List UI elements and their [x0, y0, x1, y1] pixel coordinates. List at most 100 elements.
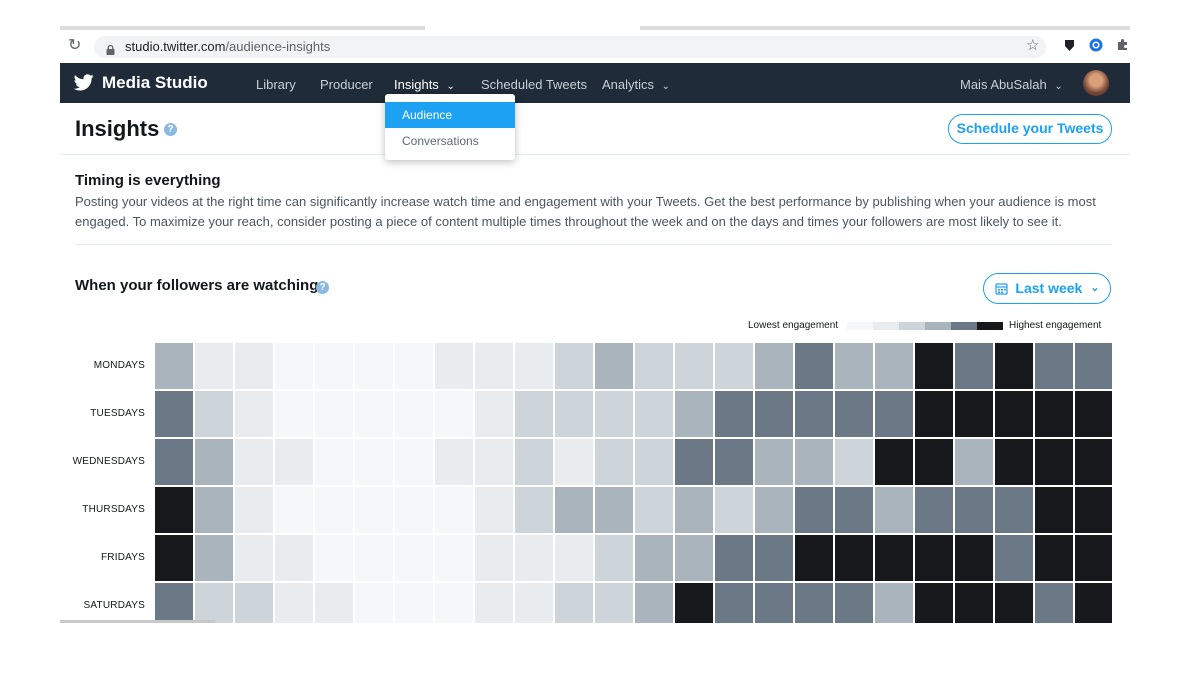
heatmap-cell[interactable] — [475, 487, 513, 533]
circle-extension-icon[interactable] — [1089, 38, 1103, 57]
user-menu[interactable]: Mais AbuSalah ⌄ — [960, 77, 1063, 92]
heatmap-cell[interactable] — [275, 583, 313, 623]
heatmap-cell[interactable] — [435, 535, 473, 581]
heatmap-cell[interactable] — [235, 535, 273, 581]
heatmap-cell[interactable] — [195, 343, 233, 389]
heatmap-cell[interactable] — [755, 583, 793, 623]
help-icon[interactable]: ? — [164, 123, 177, 136]
heatmap-cell[interactable] — [1035, 343, 1073, 389]
twitter-bird-icon[interactable] — [73, 74, 94, 96]
heatmap-cell[interactable] — [835, 343, 873, 389]
heatmap-cell[interactable] — [955, 439, 993, 485]
heatmap-cell[interactable] — [195, 391, 233, 437]
nav-library[interactable]: Library — [256, 77, 296, 92]
heatmap-cell[interactable] — [1075, 583, 1112, 623]
heatmap-cell[interactable] — [555, 535, 593, 581]
heatmap-cell[interactable] — [235, 391, 273, 437]
heatmap-cell[interactable] — [475, 535, 513, 581]
heatmap-cell[interactable] — [1075, 343, 1112, 389]
heatmap-cell[interactable] — [755, 535, 793, 581]
heatmap-cell[interactable] — [675, 439, 713, 485]
heatmap-cell[interactable] — [435, 439, 473, 485]
star-icon[interactable]: ☆ — [1026, 38, 1039, 53]
range-button[interactable]: Last week ⌄ — [983, 273, 1111, 304]
heatmap-cell[interactable] — [515, 391, 553, 437]
heatmap-cell[interactable] — [555, 391, 593, 437]
heatmap-cell[interactable] — [475, 439, 513, 485]
heatmap-cell[interactable] — [595, 391, 633, 437]
heatmap-cell[interactable] — [635, 535, 673, 581]
nav-producer[interactable]: Producer — [320, 77, 373, 92]
heatmap-cell[interactable] — [395, 535, 433, 581]
heatmap-cell[interactable] — [355, 583, 393, 623]
heatmap-cell[interactable] — [235, 487, 273, 533]
heatmap-cell[interactable] — [315, 391, 353, 437]
heatmap-cell[interactable] — [595, 343, 633, 389]
heatmap-cell[interactable] — [555, 343, 593, 389]
heatmap-cell[interactable] — [1035, 487, 1073, 533]
heatmap-cell[interactable] — [835, 391, 873, 437]
help-icon[interactable]: ? — [316, 281, 329, 294]
heatmap-cell[interactable] — [875, 487, 913, 533]
heatmap-cell[interactable] — [1035, 391, 1073, 437]
heatmap-cell[interactable] — [995, 535, 1033, 581]
heatmap-cell[interactable] — [835, 583, 873, 623]
heatmap-cell[interactable] — [715, 583, 753, 623]
heatmap-cell[interactable] — [1035, 535, 1073, 581]
heatmap-cell[interactable] — [275, 487, 313, 533]
heatmap-cell[interactable] — [555, 583, 593, 623]
heatmap-cell[interactable] — [875, 391, 913, 437]
heatmap-cell[interactable] — [955, 487, 993, 533]
heatmap-cell[interactable] — [315, 487, 353, 533]
heatmap-cell[interactable] — [1075, 391, 1112, 437]
heatmap-cell[interactable] — [155, 487, 193, 533]
heatmap-cell[interactable] — [355, 535, 393, 581]
heatmap-cell[interactable] — [755, 439, 793, 485]
heatmap-cell[interactable] — [595, 583, 633, 623]
heatmap-cell[interactable] — [755, 487, 793, 533]
heatmap-cell[interactable] — [715, 343, 753, 389]
heatmap-cell[interactable] — [555, 439, 593, 485]
heatmap-cell[interactable] — [915, 487, 953, 533]
heatmap-cell[interactable] — [795, 487, 833, 533]
heatmap-cell[interactable] — [195, 439, 233, 485]
heatmap-cell[interactable] — [915, 391, 953, 437]
heatmap-cell[interactable] — [795, 583, 833, 623]
heatmap-cell[interactable] — [595, 535, 633, 581]
heatmap-cell[interactable] — [235, 583, 273, 623]
nav-analytics[interactable]: Analytics ⌄ — [602, 77, 670, 92]
heatmap-cell[interactable] — [155, 391, 193, 437]
heatmap-cell[interactable] — [875, 439, 913, 485]
schedule-tweets-button[interactable]: Schedule your Tweets — [948, 114, 1112, 144]
heatmap-cell[interactable] — [795, 391, 833, 437]
heatmap-cell[interactable] — [675, 487, 713, 533]
heatmap-cell[interactable] — [315, 343, 353, 389]
heatmap-cell[interactable] — [235, 439, 273, 485]
heatmap-cell[interactable] — [275, 343, 313, 389]
heatmap-cell[interactable] — [715, 487, 753, 533]
heatmap-cell[interactable] — [515, 343, 553, 389]
heatmap-cell[interactable] — [1075, 487, 1112, 533]
heatmap-cell[interactable] — [755, 391, 793, 437]
heatmap-cell[interactable] — [475, 343, 513, 389]
heatmap-cell[interactable] — [915, 343, 953, 389]
heatmap-cell[interactable] — [635, 439, 673, 485]
heatmap-cell[interactable] — [155, 439, 193, 485]
heatmap-cell[interactable] — [435, 487, 473, 533]
heatmap-cell[interactable] — [995, 439, 1033, 485]
heatmap-cell[interactable] — [755, 343, 793, 389]
reload-icon[interactable]: ↻ — [68, 38, 81, 54]
heatmap-cell[interactable] — [195, 535, 233, 581]
heatmap-cell[interactable] — [715, 439, 753, 485]
heatmap-cell[interactable] — [395, 583, 433, 623]
heatmap-cell[interactable] — [1035, 439, 1073, 485]
heatmap-cell[interactable] — [715, 535, 753, 581]
heatmap-cell[interactable] — [875, 343, 913, 389]
nav-insights[interactable]: Insights ⌄ — [394, 77, 455, 92]
heatmap-cell[interactable] — [235, 343, 273, 389]
url-text[interactable]: studio.twitter.com/audience-insights — [125, 39, 330, 54]
heatmap-cell[interactable] — [915, 439, 953, 485]
heatmap-cell[interactable] — [995, 391, 1033, 437]
heatmap-cell[interactable] — [795, 343, 833, 389]
puzzle-extension-icon[interactable] — [1116, 38, 1129, 56]
